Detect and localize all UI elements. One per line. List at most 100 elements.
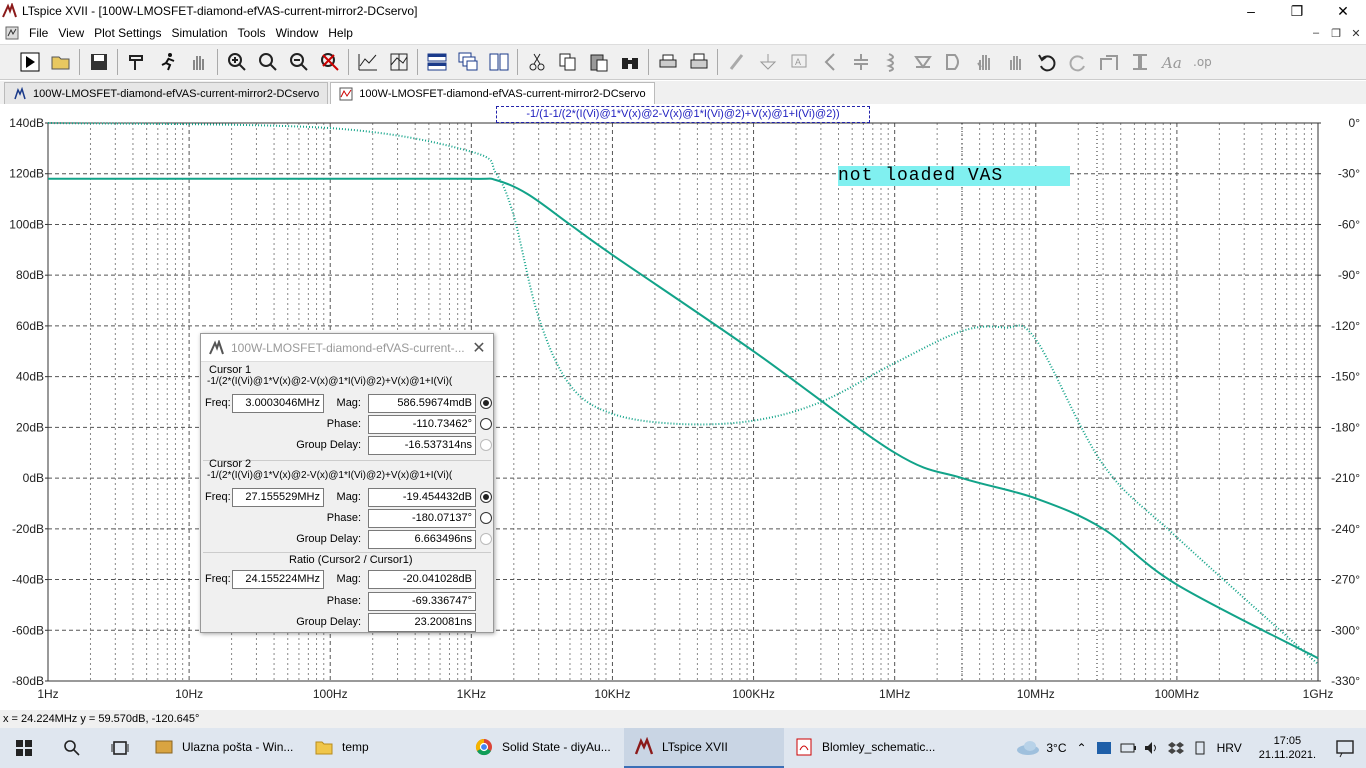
notifications-icon[interactable] (1334, 737, 1356, 759)
mark-data-button[interactable] (383, 47, 414, 77)
resistor-button[interactable] (814, 47, 845, 77)
text-button[interactable]: Aa (1155, 47, 1186, 77)
taskbar-app-label: LTspice XVII (662, 740, 728, 754)
open-button[interactable] (45, 47, 76, 77)
dropbox-icon[interactable] (1167, 739, 1185, 757)
chevron-up-icon[interactable]: ⌃ (1072, 741, 1092, 755)
redo-button[interactable] (1062, 47, 1093, 77)
task-view-button[interactable] (96, 728, 144, 768)
usb-icon[interactable] (1191, 739, 1209, 757)
text-icon: Aa (1160, 54, 1182, 72)
cascade-button[interactable] (452, 47, 483, 77)
ratio-heading: Ratio (Cursor2 / Cursor1) (289, 554, 413, 566)
draw-wire-button[interactable] (721, 47, 752, 77)
cursor2-group-delay-radio[interactable] (480, 533, 492, 545)
taskbar-app-mail[interactable]: Ulazna pošta - Win... (144, 728, 304, 768)
taskbar-app-ltspice[interactable]: LTspice XVII (624, 728, 784, 768)
copy-button[interactable] (552, 47, 583, 77)
component-button[interactable] (938, 47, 969, 77)
cursor2-phase-field[interactable]: -180.07137° (368, 509, 476, 528)
weather-temperature[interactable]: 3°C (1041, 741, 1071, 755)
volume-icon[interactable] (1143, 739, 1161, 757)
ground-button[interactable] (752, 47, 783, 77)
run-button[interactable] (14, 47, 45, 77)
cut-button[interactable] (521, 47, 552, 77)
plot-annotation[interactable]: not loaded VAS (838, 166, 1070, 186)
control-panel-button[interactable] (121, 47, 152, 77)
clock[interactable]: 17:05 21.11.2021. (1247, 734, 1328, 762)
drag-button[interactable] (1000, 47, 1031, 77)
zoom-out-button[interactable] (283, 47, 314, 77)
halt-button[interactable] (152, 47, 183, 77)
menu-plot-settings[interactable]: Plot Settings (89, 26, 166, 40)
mdi-restore-button[interactable]: ❐ (1326, 27, 1346, 40)
print-preview-button[interactable] (683, 47, 714, 77)
find-button[interactable] (614, 47, 645, 77)
trace-expression-label[interactable]: -1/(1-1/(2*(I(Vi)@1*V(x)@2-V(x)@1*I(Vi)@… (496, 106, 870, 123)
cursor1-mag-field[interactable]: 586.59674mdB (368, 394, 476, 413)
cursor2-phase-radio[interactable] (480, 512, 492, 524)
menu-window[interactable]: Window (271, 26, 324, 40)
diode-button[interactable] (907, 47, 938, 77)
capacitor-button[interactable] (845, 47, 876, 77)
tile-horizontal-button[interactable] (421, 47, 452, 77)
ratio-mag-field[interactable]: -20.041028dB (368, 570, 476, 589)
minimize-button[interactable]: – (1228, 0, 1274, 22)
ratio-freq-field[interactable]: 24.155224MHz (232, 570, 324, 589)
cursor2-freq-field[interactable]: 27.155529MHz (232, 488, 324, 507)
battery-icon[interactable] (1119, 739, 1137, 757)
taskbar-app-pdf[interactable]: Blomley_schematic... (784, 728, 944, 768)
svg-text:.op: .op (1193, 55, 1212, 69)
start-button[interactable] (0, 728, 48, 768)
search-button[interactable] (48, 728, 96, 768)
ratio-mag-label: Mag: (336, 573, 361, 585)
paste-button[interactable] (583, 47, 614, 77)
document-icon[interactable] (4, 25, 20, 41)
cursor2-mag-field[interactable]: -19.454432dB (368, 488, 476, 507)
move-button[interactable] (969, 47, 1000, 77)
taskbar-app-chrome[interactable]: Solid State - diyAu... (464, 728, 624, 768)
cursor-dialog[interactable]: 100W-LMOSFET-diamond-efVAS-current-... ✕… (200, 333, 494, 633)
close-icon[interactable]: ✕ (465, 338, 493, 358)
cursor2-mag-radio[interactable] (480, 491, 492, 503)
x-axis-tick-label: 1MHz (879, 687, 910, 701)
zoom-in-button[interactable] (221, 47, 252, 77)
inductor-button[interactable] (876, 47, 907, 77)
autorange-button[interactable] (352, 47, 383, 77)
rotate-button[interactable] (1093, 47, 1124, 77)
close-button[interactable]: ✕ (1320, 0, 1366, 22)
language-indicator[interactable]: HRV (1212, 741, 1247, 755)
label-net-button[interactable]: A (783, 47, 814, 77)
mdi-close-button[interactable]: ✕ (1346, 27, 1366, 40)
menu-file[interactable]: File (24, 26, 53, 40)
tile-vertical-button[interactable] (483, 47, 514, 77)
pan-button[interactable] (183, 47, 214, 77)
mdi-minimize-button[interactable]: – (1306, 27, 1326, 40)
spice-directive-button[interactable]: .op (1186, 47, 1217, 77)
tab-waveform[interactable]: 100W-LMOSFET-diamond-efVAS-current-mirro… (330, 82, 655, 104)
zoom-cancel-button[interactable] (314, 47, 345, 77)
cursor1-group-delay-field[interactable]: -16.537314ns (368, 436, 476, 455)
mirror-button[interactable] (1124, 47, 1155, 77)
save-button[interactable] (83, 47, 114, 77)
network-icon[interactable] (1095, 739, 1113, 757)
cursor2-group-delay-field[interactable]: 6.663496ns (368, 530, 476, 549)
menu-simulation[interactable]: Simulation (167, 26, 233, 40)
menu-help[interactable]: Help (323, 26, 358, 40)
menu-view[interactable]: View (53, 26, 89, 40)
cursor1-mag-radio[interactable] (480, 397, 492, 409)
tab-schematic[interactable]: 100W-LMOSFET-diamond-efVAS-current-mirro… (4, 82, 329, 104)
undo-button[interactable] (1031, 47, 1062, 77)
cursor1-phase-field[interactable]: -110.73462° (368, 415, 476, 434)
restore-button[interactable]: ❐ (1274, 0, 1320, 22)
ratio-phase-field[interactable]: -69.336747° (368, 592, 476, 611)
zoom-full-button[interactable] (252, 47, 283, 77)
taskbar-app-folder[interactable]: temp (304, 728, 464, 768)
menu-tools[interactable]: Tools (233, 26, 271, 40)
weather-cloud-icon[interactable] (1015, 739, 1041, 757)
cursor1-group-delay-radio[interactable] (480, 439, 492, 451)
print-button[interactable] (652, 47, 683, 77)
cursor1-freq-field[interactable]: 3.0003046MHz (232, 394, 324, 413)
cursor1-phase-radio[interactable] (480, 418, 492, 430)
ratio-group-delay-field[interactable]: 23.20081ns (368, 613, 476, 632)
